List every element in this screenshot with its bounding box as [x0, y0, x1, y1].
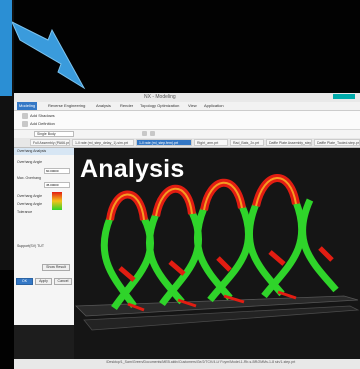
menu-application[interactable]: Application: [204, 102, 224, 110]
ribbon-add-shadows[interactable]: Add Shadows: [30, 113, 55, 119]
row-label-5: Tolerance: [17, 210, 33, 214]
ok-button[interactable]: OK: [16, 278, 33, 285]
brand-logo: [333, 94, 355, 99]
analysis-dialog: Overhang Analysis Overhang Angle 60.0000…: [14, 148, 74, 325]
menu-modeling[interactable]: Modeling: [17, 102, 38, 110]
show-result-button[interactable]: Show Result: [42, 264, 70, 271]
arrow-icon: [12, 21, 86, 90]
ribbon-add-definition[interactable]: Add Definition: [30, 121, 55, 127]
menu-topology-optimization[interactable]: Topology Optimization: [140, 102, 179, 110]
status-path: /Desktop/1_Sam/Green/Documents/MEB.aktiv…: [106, 360, 296, 364]
tab-full-assembly[interactable]: Full Assembly (PA66.prt): [30, 139, 70, 146]
color-legend: [52, 192, 62, 210]
menu-reverse-engineering[interactable]: Reverse Engineering: [48, 102, 85, 110]
menu-analysis[interactable]: Analysis: [96, 102, 111, 110]
redo-icon[interactable]: [142, 131, 147, 136]
menu-bar: Modeling Reverse Engineering Analysis Re…: [14, 102, 360, 111]
left-backdrop-highlight: [0, 0, 12, 96]
tab-rad-bats[interactable]: Rad_Bats_2x.prt: [230, 139, 264, 146]
window-title: NX - Modeling: [144, 94, 176, 100]
tab-right-arm[interactable]: Right_arm.prt: [194, 139, 228, 146]
tab-daffle-assembly[interactable]: Daffle Plate Assembly_step.prt: [266, 139, 312, 146]
title-bar: NX - Modeling: [14, 93, 360, 102]
row-label-2: Max. Overhang: [17, 176, 41, 180]
support-label: Support(SV) TUT: [17, 244, 44, 248]
menu-view[interactable]: View: [188, 102, 197, 110]
nx-window: NX - Modeling Modeling Reverse Engineeri…: [14, 93, 360, 369]
row-label-1: Overhang Angle: [17, 160, 43, 164]
cancel-button[interactable]: Cancel: [54, 278, 72, 285]
gear-icon[interactable]: [150, 131, 155, 136]
tab-daffle-tooled[interactable]: Daffle Plate_Tooled.step.prt: [314, 139, 360, 146]
field-value-2[interactable]: 45.00000: [44, 182, 70, 188]
undo-icon[interactable]: [22, 121, 28, 127]
status-bar: /Desktop/1_Sam/Green/Documents/MEB.aktiv…: [14, 359, 360, 369]
type-filter-select[interactable]: Single Body: [34, 131, 74, 137]
tab-fem-active[interactable]: 1-ll rate (ml_step.fem).prt: [136, 139, 192, 146]
ribbon: Add Shadows Add Definition: [14, 111, 360, 130]
tab-sim[interactable]: 1-ll rate (ml_step_delay_1).sim.prt: [72, 139, 134, 146]
dialog-title: Overhang Analysis: [17, 149, 47, 153]
save-icon[interactable]: [22, 113, 28, 119]
row-label-3: Overhang Angle: [17, 194, 43, 198]
document-tabs: Full Assembly (PA66.prt) 1-ll rate (ml_s…: [14, 138, 360, 148]
analysis-label: Analysis: [80, 155, 185, 183]
field-value-1[interactable]: 60.00000: [44, 168, 70, 174]
apply-button[interactable]: Apply: [35, 278, 52, 285]
dialog-header: Overhang Analysis: [14, 148, 74, 155]
menu-render[interactable]: Render: [120, 102, 133, 110]
row-label-4: Overhang Angle: [17, 202, 43, 206]
